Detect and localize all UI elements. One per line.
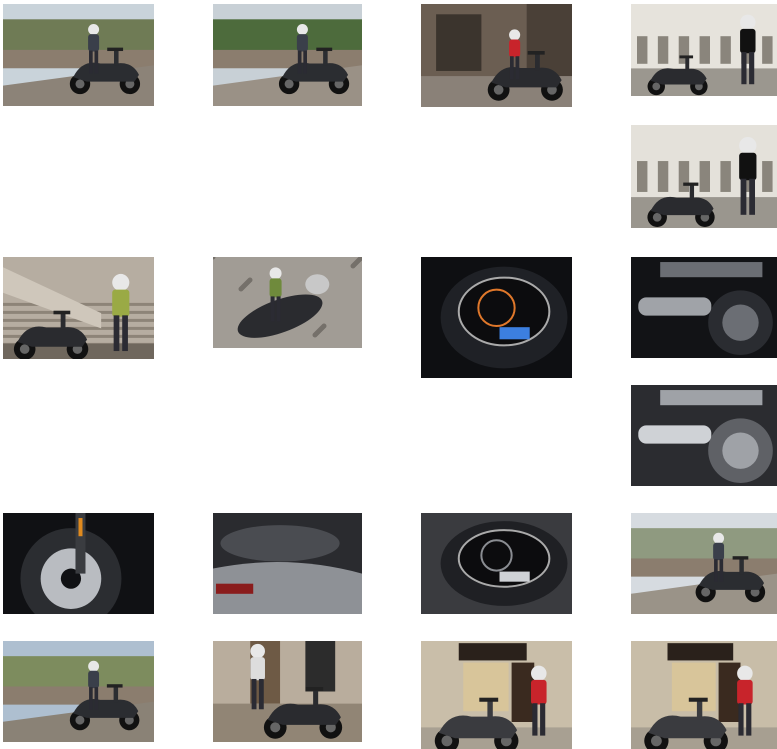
- scooter-photo-7: [213, 257, 362, 348]
- scooter-photo-9: [631, 257, 777, 358]
- scooter-photo-14: [631, 513, 777, 614]
- scooter-photo-3: [421, 4, 572, 107]
- scooter-photo-18: [631, 641, 777, 749]
- scooter-photo-10: [631, 385, 777, 486]
- gallery-thumbnail[interactable]: [213, 513, 362, 614]
- gallery-thumbnail[interactable]: [631, 385, 777, 486]
- scooter-photo-5: [631, 125, 777, 228]
- gallery-thumbnail[interactable]: [213, 4, 362, 106]
- gallery-thumbnail[interactable]: [213, 257, 362, 348]
- scooter-photo-8: [421, 257, 572, 378]
- gallery-thumbnail[interactable]: [3, 257, 154, 359]
- scooter-photo-11: [3, 513, 154, 614]
- gallery-thumbnail[interactable]: [631, 4, 777, 96]
- gallery-thumbnail[interactable]: [631, 125, 777, 228]
- scooter-photo-12: [213, 513, 362, 614]
- gallery-thumbnail[interactable]: [631, 513, 777, 614]
- gallery-thumbnail[interactable]: [3, 641, 154, 742]
- scooter-photo-4: [631, 4, 777, 96]
- gallery-thumbnail[interactable]: [421, 513, 572, 614]
- scooter-photo-13: [421, 513, 572, 614]
- scooter-photo-17: [421, 641, 572, 749]
- gallery-thumbnail[interactable]: [213, 641, 362, 742]
- scooter-photo-15: [3, 641, 154, 742]
- gallery-thumbnail[interactable]: [3, 513, 154, 614]
- gallery-thumbnail[interactable]: [421, 641, 572, 749]
- scooter-photo-1: [3, 4, 154, 106]
- gallery-thumbnail[interactable]: [3, 4, 154, 106]
- scooter-photo-16: [213, 641, 362, 742]
- gallery-thumbnail[interactable]: [421, 257, 572, 378]
- gallery-thumbnail[interactable]: [631, 641, 777, 749]
- gallery-thumbnail[interactable]: [631, 257, 777, 358]
- scooter-photo-2: [213, 4, 362, 106]
- gallery-thumbnail[interactable]: [421, 4, 572, 107]
- scooter-photo-6: [3, 257, 154, 359]
